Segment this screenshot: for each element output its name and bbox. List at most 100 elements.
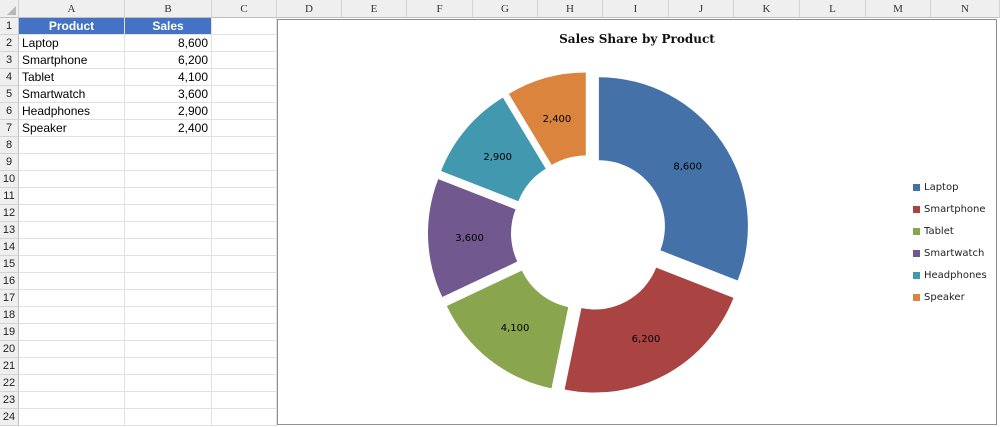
row-header-14[interactable]: 14 [0,239,19,256]
column-header-n[interactable]: N [931,0,1000,18]
cell-b18[interactable] [125,307,212,324]
cell-c22[interactable] [212,375,277,392]
cell-a7[interactable]: Speaker [19,120,125,137]
cell-c7[interactable] [212,120,277,137]
cell-a2[interactable]: Laptop [19,35,125,52]
cell-b16[interactable] [125,273,212,290]
column-header-m[interactable]: M [866,0,931,18]
row-header-13[interactable]: 13 [0,222,19,239]
cell-b8[interactable] [125,137,212,154]
cell-b22[interactable] [125,375,212,392]
cell-b19[interactable] [125,324,212,341]
row-header-22[interactable]: 22 [0,375,19,392]
cell-c13[interactable] [212,222,277,239]
cell-b3[interactable]: 6,200 [125,52,212,69]
cell-c14[interactable] [212,239,277,256]
cell-a6[interactable]: Headphones [19,103,125,120]
cell-b14[interactable] [125,239,212,256]
row-header-11[interactable]: 11 [0,188,19,205]
cell-b23[interactable] [125,392,212,409]
cell-b21[interactable] [125,358,212,375]
row-header-24[interactable]: 24 [0,409,19,426]
row-header-17[interactable]: 17 [0,290,19,307]
row-header-10[interactable]: 10 [0,171,19,188]
row-header-3[interactable]: 3 [0,52,19,69]
donut-slice-smartphone[interactable] [564,267,734,393]
column-header-c[interactable]: C [212,0,277,18]
cell-a12[interactable] [19,205,125,222]
cell-c4[interactable] [212,69,277,86]
cell-b2[interactable]: 8,600 [125,35,212,52]
row-header-19[interactable]: 19 [0,324,19,341]
cell-b13[interactable] [125,222,212,239]
cell-a5[interactable]: Smartwatch [19,86,125,103]
cell-a17[interactable] [19,290,125,307]
row-header-12[interactable]: 12 [0,205,19,222]
cell-a15[interactable] [19,256,125,273]
cell-a8[interactable] [19,137,125,154]
select-all-corner[interactable] [0,0,19,18]
column-header-b[interactable]: B [125,0,212,18]
cell-c21[interactable] [212,358,277,375]
cell-a3[interactable]: Smartphone [19,52,125,69]
cell-a19[interactable] [19,324,125,341]
row-header-21[interactable]: 21 [0,358,19,375]
cell-a20[interactable] [19,341,125,358]
cell-c9[interactable] [212,154,277,171]
cell-a24[interactable] [19,409,125,426]
row-header-7[interactable]: 7 [0,120,19,137]
legend-item-laptop[interactable]: Laptop [913,176,995,198]
row-header-1[interactable]: 1 [0,18,19,35]
cell-c11[interactable] [212,188,277,205]
cell-c17[interactable] [212,290,277,307]
cell-c1[interactable] [212,18,277,35]
row-header-4[interactable]: 4 [0,69,19,86]
column-header-e[interactable]: E [342,0,407,18]
cell-c3[interactable] [212,52,277,69]
column-header-d[interactable]: D [277,0,342,18]
cell-c20[interactable] [212,341,277,358]
cell-c10[interactable] [212,171,277,188]
cell-c24[interactable] [212,409,277,426]
cell-b5[interactable]: 3,600 [125,86,212,103]
cell-a18[interactable] [19,307,125,324]
cell-a11[interactable] [19,188,125,205]
cell-b15[interactable] [125,256,212,273]
cell-c16[interactable] [212,273,277,290]
column-header-h[interactable]: H [538,0,603,18]
cell-c5[interactable] [212,86,277,103]
cell-b10[interactable] [125,171,212,188]
column-header-g[interactable]: G [473,0,538,18]
cell-b17[interactable] [125,290,212,307]
column-header-l[interactable]: L [800,0,866,18]
row-header-18[interactable]: 18 [0,307,19,324]
cell-c23[interactable] [212,392,277,409]
column-header-j[interactable]: J [669,0,734,18]
row-header-16[interactable]: 16 [0,273,19,290]
legend-item-tablet[interactable]: Tablet [913,220,995,242]
cell-c19[interactable] [212,324,277,341]
cell-c6[interactable] [212,103,277,120]
cell-b11[interactable] [125,188,212,205]
donut-slice-laptop[interactable] [598,77,748,281]
legend-item-smartwatch[interactable]: Smartwatch [913,242,995,264]
cell-b4[interactable]: 4,100 [125,69,212,86]
row-header-15[interactable]: 15 [0,256,19,273]
legend-item-smartphone[interactable]: Smartphone [913,198,995,220]
row-header-20[interactable]: 20 [0,341,19,358]
column-header-i[interactable]: I [603,0,669,18]
cell-a13[interactable] [19,222,125,239]
chart-object[interactable]: Sales Share by Product 8,600 6,200 4,100 3,… [277,19,997,425]
cell-a16[interactable] [19,273,125,290]
row-header-8[interactable]: 8 [0,137,19,154]
row-header-23[interactable]: 23 [0,392,19,409]
cell-c8[interactable] [212,137,277,154]
row-header-2[interactable]: 2 [0,35,19,52]
cell-a10[interactable] [19,171,125,188]
cell-c12[interactable] [212,205,277,222]
cell-a9[interactable] [19,154,125,171]
cell-b9[interactable] [125,154,212,171]
column-header-f[interactable]: F [407,0,473,18]
cell-c2[interactable] [212,35,277,52]
cell-b24[interactable] [125,409,212,426]
